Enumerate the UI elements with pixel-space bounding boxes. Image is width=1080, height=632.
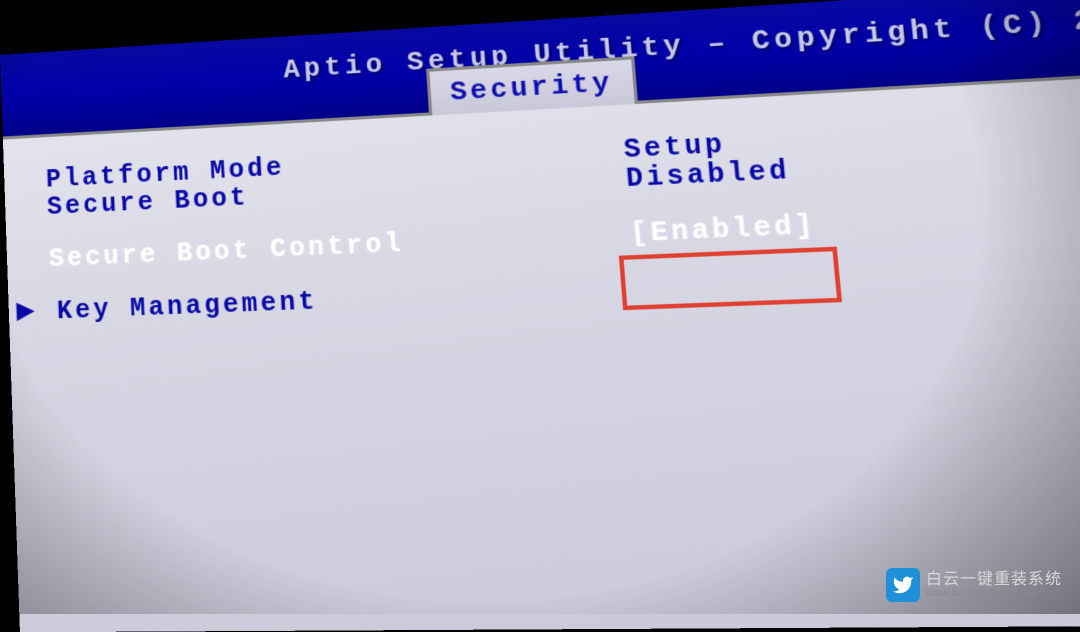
bios-screen: Aptio Setup Utility – Copyright (C) 2012… (0, 0, 1080, 632)
key-management-label: Key Management (38, 274, 636, 328)
submenu-arrow-icon: ▶ (16, 297, 37, 325)
watermark-title: 白云一键重装系统 (926, 571, 1062, 589)
watermark-text-block: 白云一键重装系统 www.baiyunxitong.com (926, 571, 1062, 600)
watermark-logo-icon (886, 568, 920, 602)
watermark-url: www.baiyunxitong.com (926, 588, 1062, 599)
secure-boot-control-label: Secure Boot Control (36, 218, 631, 274)
secure-boot-control-value: [Enabled] (629, 193, 1080, 250)
watermark: 白云一键重装系统 www.baiyunxitong.com (886, 568, 1062, 602)
key-management-value (634, 251, 1080, 305)
